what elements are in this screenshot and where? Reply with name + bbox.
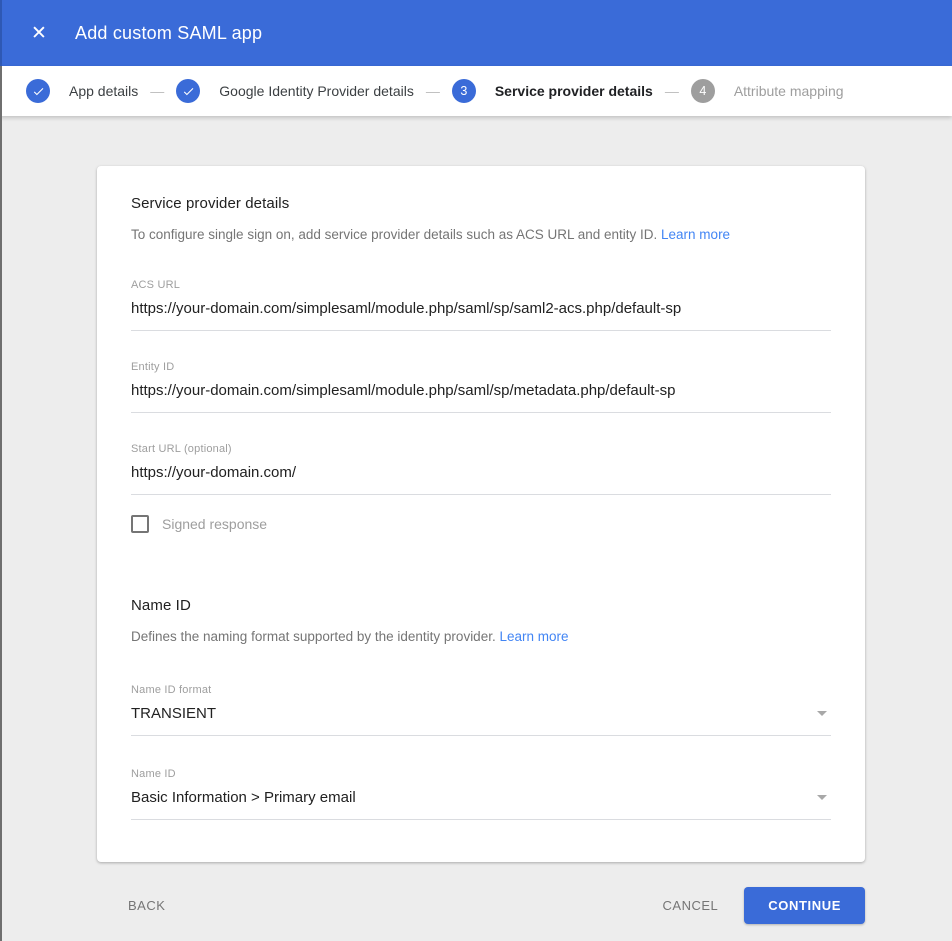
entity-id-field-group: Entity ID [131,361,831,413]
name-id-format-value: TRANSIENT [131,705,216,722]
name-id-format-label: Name ID format [131,684,831,696]
dialog-body: Service provider details To configure si… [0,166,952,941]
description-text: To configure single sign on, add service… [131,227,661,242]
section-description: To configure single sign on, add service… [131,227,831,242]
name-id-select[interactable]: Basic Information > Primary email [131,780,831,820]
stepper: App details — Google Identity Provider d… [0,66,952,116]
step-label: App details [69,83,138,99]
step-number-badge: 3 [452,79,476,103]
step-label: Service provider details [495,83,653,99]
step-service-provider-details[interactable]: 3 Service provider details [452,79,653,103]
start-url-input[interactable] [131,455,831,495]
start-url-label: Start URL (optional) [131,443,831,455]
section-title-service-provider: Service provider details [131,195,831,212]
name-id-format-field-group: Name ID format TRANSIENT [131,684,831,736]
signed-response-label: Signed response [162,516,267,532]
acs-url-label: ACS URL [131,279,831,291]
step-label: Google Identity Provider details [219,83,414,99]
learn-more-link[interactable]: Learn more [499,629,568,644]
step-google-idp-details[interactable]: Google Identity Provider details [176,79,414,103]
back-button[interactable]: BACK [128,898,165,913]
name-id-field-group: Name ID Basic Information > Primary emai… [131,768,831,820]
section-title-name-id: Name ID [131,597,831,614]
acs-url-input[interactable] [131,291,831,331]
step-connector: — [426,83,440,99]
step-app-details[interactable]: App details [26,79,138,103]
continue-button[interactable]: CONTINUE [744,887,865,924]
step-connector: — [665,83,679,99]
description-text: Defines the naming format supported by t… [131,629,499,644]
step-number-badge: 4 [691,79,715,103]
signed-response-checkbox[interactable] [131,515,149,533]
dialog-title: Add custom SAML app [75,23,262,44]
section-description: Defines the naming format supported by t… [131,629,831,644]
acs-url-field-group: ACS URL [131,279,831,331]
step-connector: — [150,83,164,99]
chevron-down-icon [817,795,827,800]
step-attribute-mapping[interactable]: 4 Attribute mapping [691,79,844,103]
entity-id-label: Entity ID [131,361,831,373]
chevron-down-icon [817,711,827,716]
service-provider-card: Service provider details To configure si… [97,166,865,862]
learn-more-link[interactable]: Learn more [661,227,730,242]
start-url-field-group: Start URL (optional) [131,443,831,495]
name-id-format-select[interactable]: TRANSIENT [131,696,831,736]
entity-id-input[interactable] [131,373,831,413]
signed-response-row: Signed response [131,515,831,533]
step-complete-check-icon [176,79,200,103]
step-complete-check-icon [26,79,50,103]
name-id-label: Name ID [131,768,831,780]
name-id-value: Basic Information > Primary email [131,789,356,806]
dialog-header: ✕ Add custom SAML app [0,0,952,66]
window-left-edge [0,0,2,941]
dialog-footer: BACK CANCEL CONTINUE [97,862,865,941]
cancel-button[interactable]: CANCEL [663,898,719,913]
close-icon[interactable]: ✕ [27,21,51,45]
step-label: Attribute mapping [734,83,844,99]
